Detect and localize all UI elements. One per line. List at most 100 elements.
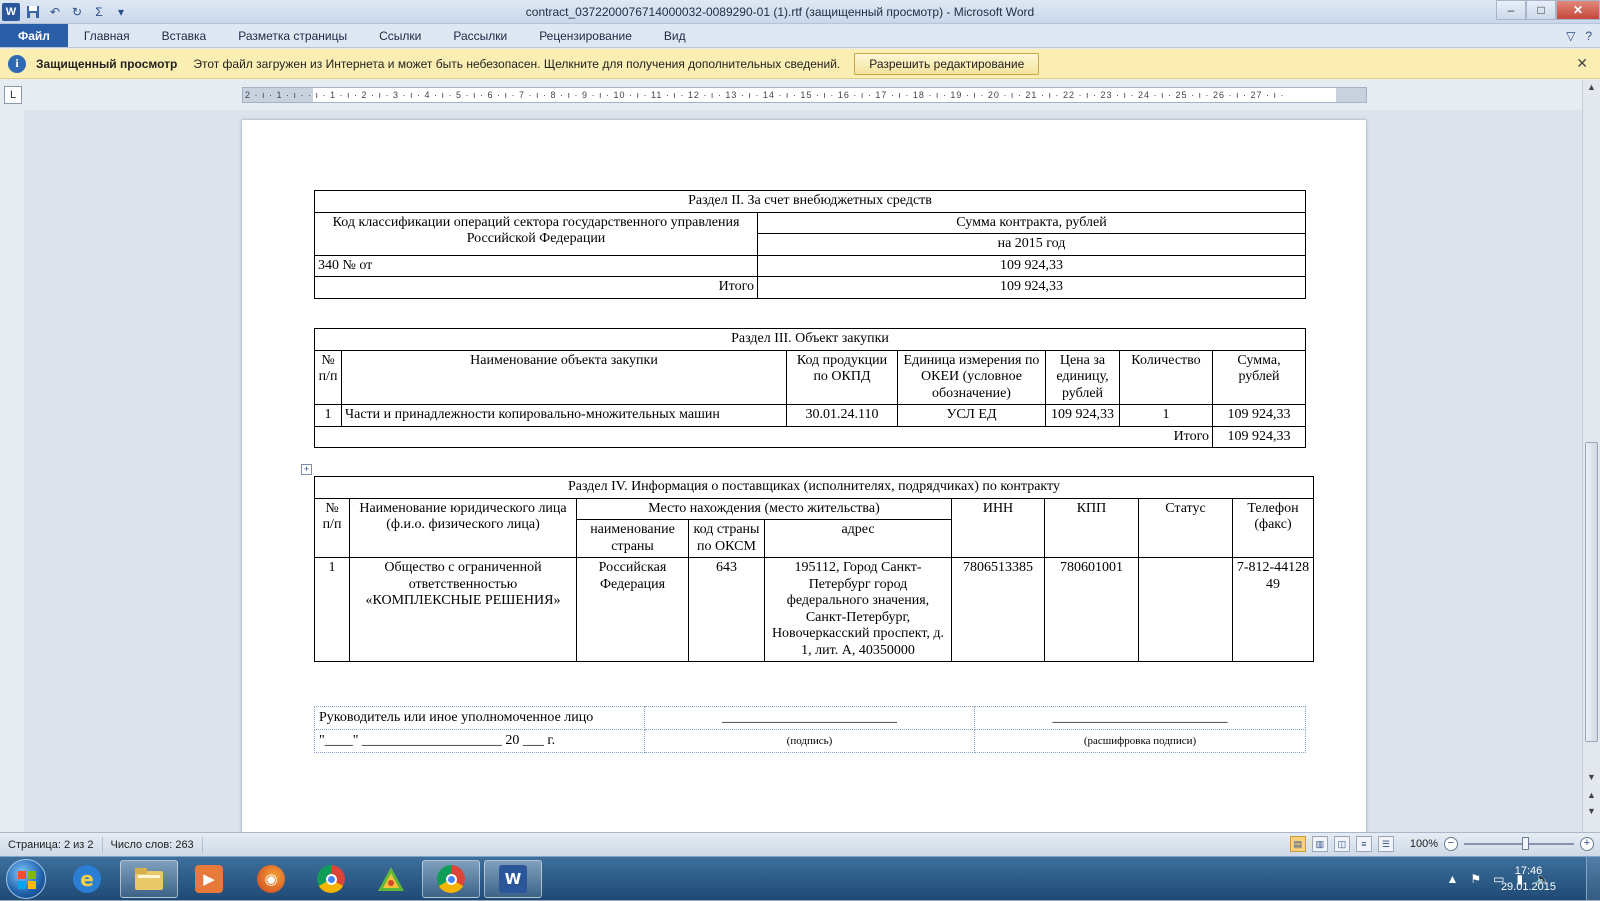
taskbar: e ▶ ◉ W ▲ ⚑ ▭ ▮ 🔈 17:46 29.01.2015 (0, 856, 1600, 901)
section-3-header-name: Наименование объекта закупки (341, 349, 787, 405)
taskbar-firefox[interactable]: ◉ (242, 860, 300, 898)
zoom-level[interactable]: 100% (1410, 838, 1438, 850)
section-4-header-country: наименование страны (576, 519, 689, 558)
close-protected-bar-icon[interactable]: ✕ (1576, 55, 1588, 72)
taskbar-internet-explorer[interactable]: e (58, 860, 116, 898)
section-3-table: Раздел III. Объект закупки № п/п Наимено… (314, 328, 1306, 448)
app-triangle-icon (378, 867, 404, 891)
full-screen-reading-icon[interactable]: ▥ (1311, 836, 1328, 852)
section-4-header-oksm: код страны по ОКСМ (688, 519, 765, 558)
zoom-slider-knob[interactable] (1522, 837, 1529, 850)
status-word-count[interactable]: Число слов: 263 (103, 836, 203, 853)
section-4-cell-num: 1 (314, 557, 350, 662)
vertical-scrollbar[interactable]: ▲ ▼ ▲ ▼ (1582, 80, 1600, 832)
tab-page-layout[interactable]: Разметка страницы (222, 24, 363, 47)
window-controls: – □ ✕ (1496, 0, 1600, 20)
section-4-header-kpp: КПП (1044, 497, 1139, 558)
section-2-title: Раздел II. За счет внебюджетных средств (314, 190, 1306, 213)
zoom-in-icon[interactable]: + (1580, 837, 1594, 851)
tab-view[interactable]: Вид (648, 24, 702, 47)
section-3-header-num: № п/п (314, 349, 342, 405)
section-2-total-sum: 109 924,33 (757, 276, 1306, 299)
outline-view-icon[interactable]: ≡ (1355, 836, 1372, 852)
folder-icon (135, 868, 163, 890)
section-3-cell-qty: 1 (1119, 404, 1213, 427)
show-hidden-icons-icon[interactable]: ▲ (1446, 872, 1458, 886)
minimize-ribbon-icon[interactable]: ▽ (1566, 24, 1575, 48)
scroll-thumb[interactable] (1585, 442, 1598, 742)
section-2-year-header: на 2015 год (757, 233, 1306, 256)
document-area: Раздел II. За счет внебюджетных средств … (24, 110, 1582, 832)
tab-insert[interactable]: Вставка (146, 24, 223, 47)
section-4-cell-oksm: 643 (688, 557, 765, 662)
taskbar-word[interactable]: W (484, 860, 542, 898)
clock[interactable]: 17:46 29.01.2015 (1501, 863, 1556, 895)
taskbar-chrome-2[interactable] (422, 860, 480, 898)
section-4-cell-name: Общество с ограниченной ответственностью… (349, 557, 577, 662)
ruler-numbers: 2 · ı · 1 · ı · · ı · 1 · ı · 2 · ı · 3 … (245, 90, 1285, 100)
tab-file[interactable]: Файл (0, 24, 68, 47)
minimize-button[interactable]: – (1496, 0, 1526, 20)
maximize-button[interactable]: □ (1526, 0, 1556, 20)
print-layout-view-icon[interactable]: ▤ (1289, 836, 1306, 852)
word-window: W ↶ ↻ Σ ▾ contract_0372200076714000032-0… (0, 0, 1600, 856)
tab-references[interactable]: Ссылки (363, 24, 437, 47)
protected-view-message[interactable]: Этот файл загружен из Интернета и может … (193, 57, 840, 71)
status-page-count[interactable]: Страница: 2 из 2 (0, 836, 103, 853)
clock-time: 17:46 (1514, 865, 1543, 877)
clock-date: 29.01.2015 (1500, 881, 1556, 893)
web-layout-icon[interactable]: ◫ (1333, 836, 1350, 852)
chrome-icon (437, 865, 465, 893)
section-4-header-status: Статус (1138, 497, 1233, 558)
start-button[interactable] (6, 859, 46, 899)
section-4-cell-address: 195112, Город Санкт-Петербург город феде… (764, 557, 952, 662)
ribbon-right-controls: ▽ ? (1566, 24, 1592, 48)
close-button[interactable]: ✕ (1556, 0, 1600, 20)
taskbar-explorer[interactable] (120, 860, 178, 898)
section-4-cell-phone: 7-812-4412849 (1232, 557, 1314, 662)
signature-line-name: _________________________ (974, 706, 1306, 730)
show-desktop-button[interactable] (1586, 857, 1600, 901)
ribbon-tabs: Файл Главная Вставка Разметка страницы С… (0, 24, 1600, 48)
zoom-slider[interactable] (1464, 837, 1574, 850)
table-move-handle-icon[interactable]: + (301, 464, 312, 475)
prev-page-icon[interactable]: ▲ (1583, 790, 1600, 804)
tab-review[interactable]: Рецензирование (523, 24, 648, 47)
tab-home[interactable]: Главная (68, 24, 146, 47)
horizontal-ruler[interactable]: 2 · ı · 1 · ı · · ı · 1 · ı · 2 · ı · 3 … (242, 87, 1367, 103)
signature-caption-name: (расшифровка подписи) (974, 729, 1306, 753)
zoom-out-icon[interactable]: − (1444, 837, 1458, 851)
scroll-down-icon[interactable]: ▼ (1583, 772, 1600, 786)
section-4-header-num: № п/п (314, 497, 350, 558)
section-3-header-unit: Единица измерения по ОКЕИ (условное обоз… (897, 349, 1046, 405)
tab-mailings[interactable]: Рассылки (437, 24, 523, 47)
section-3-cell-price: 109 924,33 (1045, 404, 1120, 427)
section-3-cell-sum: 109 924,33 (1212, 404, 1306, 427)
enable-editing-button[interactable]: Разрешить редактирование (854, 52, 1040, 75)
scroll-up-icon[interactable]: ▲ (1583, 82, 1600, 96)
taskbar-app-green[interactable] (362, 860, 420, 898)
draft-view-icon[interactable]: ☰ (1377, 836, 1394, 852)
section-2-row-code: 340 № от (314, 254, 758, 277)
next-page-icon[interactable]: ▼ (1583, 806, 1600, 820)
signature-role: Руководитель или иное уполномоченное лиц… (314, 706, 645, 730)
firefox-icon: ◉ (257, 865, 285, 893)
help-icon[interactable]: ? (1585, 24, 1592, 48)
taskbar-media-player[interactable]: ▶ (180, 860, 238, 898)
section-2-table: Раздел II. За счет внебюджетных средств … (314, 190, 1306, 299)
ruler-bar: L 2 · ı · 1 · ı · · ı · 1 · ı · 2 · ı · … (0, 80, 1600, 110)
section-4-cell-kpp: 780601001 (1044, 557, 1139, 662)
taskbar-chrome-1[interactable] (302, 860, 360, 898)
section-3-cell-name: Части и принадлежности копировально-множ… (341, 404, 787, 427)
signature-table: Руководитель или иное уполномоченное лиц… (314, 706, 1306, 753)
signature-date: "____" ____________________ 20 ___ г. (314, 729, 645, 753)
section-4-cell-status (1138, 557, 1233, 662)
protected-view-bar: i Защищенный просмотр Этот файл загружен… (0, 49, 1600, 79)
section-3-cell-okpd: 30.01.24.110 (786, 404, 898, 427)
tab-selector[interactable]: L (4, 86, 22, 104)
action-center-icon[interactable]: ⚑ (1470, 872, 1481, 886)
protected-view-title: Защищенный просмотр (36, 56, 178, 71)
internet-explorer-icon: e (73, 865, 101, 893)
chrome-icon (317, 865, 345, 893)
section-3-total-sum: 109 924,33 (1212, 425, 1306, 448)
